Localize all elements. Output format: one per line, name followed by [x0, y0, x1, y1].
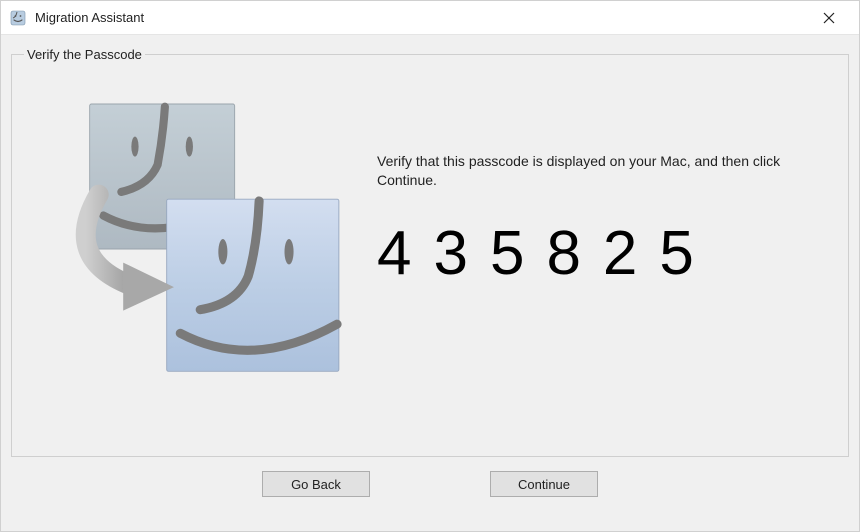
button-row: Go Back Continue [11, 457, 849, 513]
go-back-button[interactable]: Go Back [262, 471, 370, 497]
window-title: Migration Assistant [35, 10, 807, 25]
section-title: Verify the Passcode [24, 47, 145, 62]
app-window: Migration Assistant Verify the Passcode [0, 0, 860, 532]
titlebar: Migration Assistant [1, 1, 859, 35]
verify-passcode-section: Verify the Passcode [11, 47, 849, 457]
text-column: Verify that this passcode is displayed o… [377, 84, 818, 446]
passcode-value: 435825 [377, 218, 818, 289]
content-area: Verify the Passcode [1, 35, 859, 531]
migration-finder-faces-icon [67, 84, 357, 414]
migration-assistant-app-icon [9, 8, 29, 28]
continue-button[interactable]: Continue [490, 471, 598, 497]
illustration [67, 84, 357, 446]
content-inner: Verify that this passcode is displayed o… [12, 62, 848, 456]
close-button[interactable] [807, 3, 851, 33]
instruction-text: Verify that this passcode is displayed o… [377, 152, 818, 190]
close-icon [823, 12, 835, 24]
